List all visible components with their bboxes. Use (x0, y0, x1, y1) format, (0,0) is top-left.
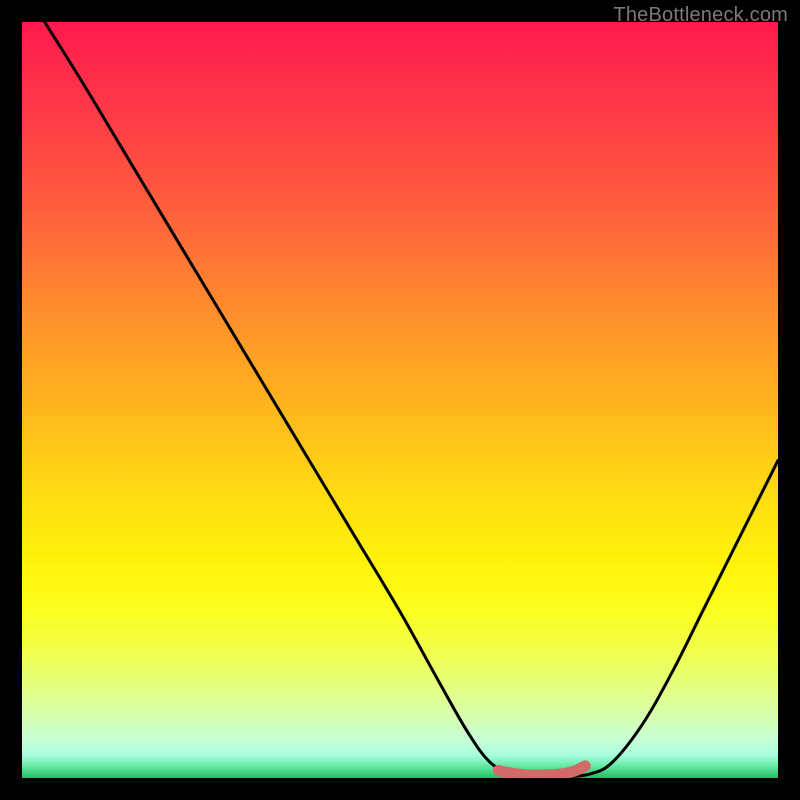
chart-frame: TheBottleneck.com (0, 0, 800, 800)
bottleneck-curve (45, 22, 778, 777)
optimal-zone-highlight (498, 766, 585, 775)
plot-area (22, 22, 778, 778)
curve-svg (22, 22, 778, 778)
